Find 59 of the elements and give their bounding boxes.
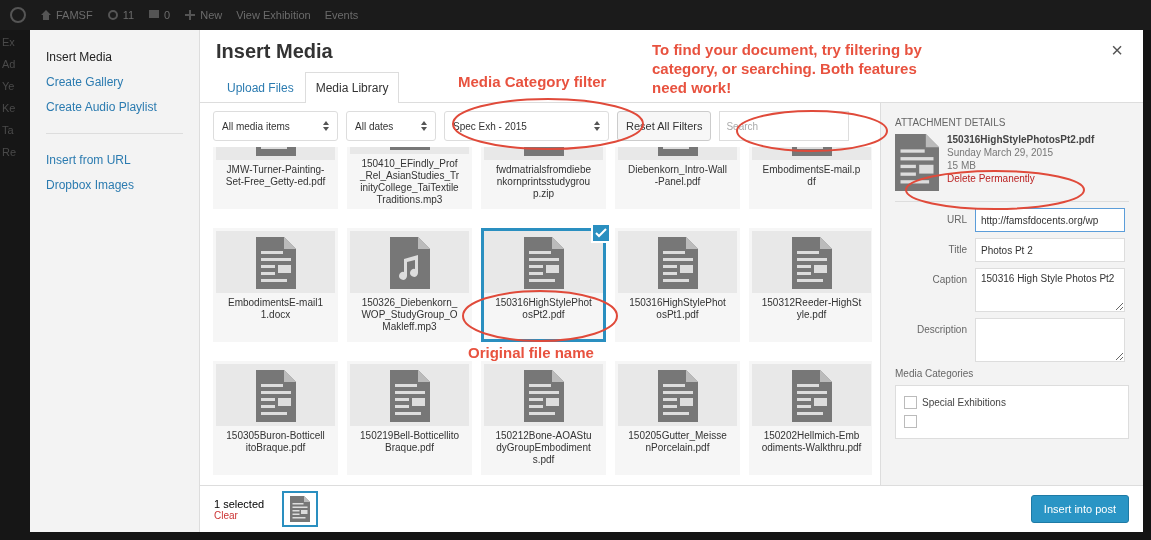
input-field[interactable]: Photos Pt 2: [975, 238, 1125, 263]
media-tile[interactable]: 150305Buron-BotticellitoBraque.pdf: [213, 361, 338, 475]
media-tile[interactable]: EmbodimentsE-mail11.docx: [213, 228, 338, 342]
file-name: 150202Hellmich-Embodiments-Walkthru.pdf: [761, 430, 862, 454]
media-tile[interactable]: 150316HighStylePhotosPt1.pdf: [615, 228, 740, 342]
sidebar-item[interactable]: Create Gallery: [46, 75, 183, 89]
input-field[interactable]: http://famsfdocents.org/wp: [975, 208, 1125, 233]
media-tile[interactable]: 150212Bone-AOAStudyGroupEmbodiments.pdf: [481, 361, 606, 475]
file-name: 150305Buron-BotticellitoBraque.pdf: [225, 430, 326, 454]
media-tile[interactable]: JMW-Turner-Painting-Set-Free_Getty-ed.pdf: [213, 147, 338, 209]
categories-heading: Media Categories: [895, 368, 975, 380]
text-area[interactable]: 150316 High Style Photos Pt2: [975, 268, 1125, 313]
media-tile[interactable]: fwdmatrialsfromdiebenkornprintsstudygroup.zip: [481, 147, 606, 209]
file-name: 150205Gutter_MeissenPorcelain.pdf: [627, 430, 728, 454]
sidebar-item[interactable]: Insert Media: [46, 50, 183, 64]
file-name: 150316HighStylePhotosPt2.pdf: [494, 297, 593, 321]
selection-count: 1 selected: [214, 497, 265, 510]
details-heading: ATTACHMENT DETAILS: [895, 117, 1007, 128]
annotation-text: Original file name: [468, 343, 595, 362]
media-tile[interactable]: 150312Reeder-HighStyle.pdf: [749, 228, 872, 342]
file-name: 150212Bone-AOAStudyGroupEmbodiments.pdf: [494, 430, 593, 466]
tab[interactable]: Upload Files: [216, 72, 305, 103]
media-tile[interactable]: 150219Bell-BotticellitoBraque.pdf: [347, 361, 472, 475]
media-tile[interactable]: 150202Hellmich-Embodiments-Walkthru.pdf: [749, 361, 872, 475]
field-label: Description: [915, 323, 967, 336]
field-label: Caption: [931, 273, 967, 286]
date-select[interactable]: All dates: [346, 111, 436, 141]
media-tile[interactable]: 150410_EFindly_Prof_Rel_AsianStudies_TrinityCollege_TaiTextileTraditions.mp3: [347, 147, 472, 209]
field-label: URL: [946, 213, 967, 226]
sidebar-item[interactable]: Dropbox Images: [46, 178, 183, 192]
sidebar-item[interactable]: Create Audio Playlist: [46, 100, 183, 114]
media-tile[interactable]: 150326_Diebenkorn_WOP_StudyGroup_OMakleff.mp3: [347, 228, 472, 342]
sidebar-item[interactable]: Insert from URL: [46, 153, 183, 167]
file-name: 150410_EFindly_Prof_Rel_AsianStudies_TrinityCollege_TaiTextileTraditions.mp3: [359, 158, 460, 206]
dialog-title: Insert Media: [216, 40, 333, 63]
file-name: 150316HighStylePhotosPt1.pdf: [628, 297, 727, 321]
media-tile[interactable]: EmbodimentsE-mail.pdf: [749, 147, 872, 209]
file-name: 150326_Diebenkorn_WOP_StudyGroup_OMakleff.mp3: [360, 297, 459, 333]
file-name: fwdmatrialsfromdiebenkornprintsstudygroup.zip: [494, 164, 592, 200]
tab[interactable]: Media Library: [304, 72, 400, 103]
media-tile[interactable]: 150205Gutter_MeissenPorcelain.pdf: [615, 361, 740, 475]
attachment-date: Sunday March 29, 2015: [947, 147, 1055, 158]
media-type-select[interactable]: All media items: [213, 111, 338, 141]
file-name: 150219Bell-BotticellitoBraque.pdf: [359, 430, 460, 454]
annotation-text: To find your document, try filtering by category, or searching. Both features need work!: [652, 40, 923, 97]
media-tile[interactable]: Diebenkorn_Intro-Wall-Panel.pdf: [615, 147, 740, 209]
clear-link[interactable]: Clear: [214, 509, 265, 521]
file-name: EmbodimentsE-mail.pdf: [761, 164, 862, 188]
attachment-filename: 150316HighStylePhotosPt2.pdf: [947, 134, 1095, 145]
attachment-size: 15 MB: [947, 160, 977, 171]
file-name: JMW-Turner-Painting-Set-Free_Getty-ed.pdf: [225, 164, 326, 188]
category-label: Special Exhibitions: [922, 397, 1006, 409]
file-name: 150312Reeder-HighStyle.pdf: [761, 297, 862, 321]
annotation-text: Media Category filter: [458, 72, 608, 91]
field-label: Title: [947, 243, 967, 256]
file-name: Diebenkorn_Intro-Wall-Panel.pdf: [627, 164, 728, 188]
file-name: EmbodimentsE-mail11.docx: [226, 297, 324, 321]
close-button[interactable]: ×: [1105, 38, 1129, 63]
delete-link[interactable]: Delete Permanently: [947, 173, 1095, 184]
